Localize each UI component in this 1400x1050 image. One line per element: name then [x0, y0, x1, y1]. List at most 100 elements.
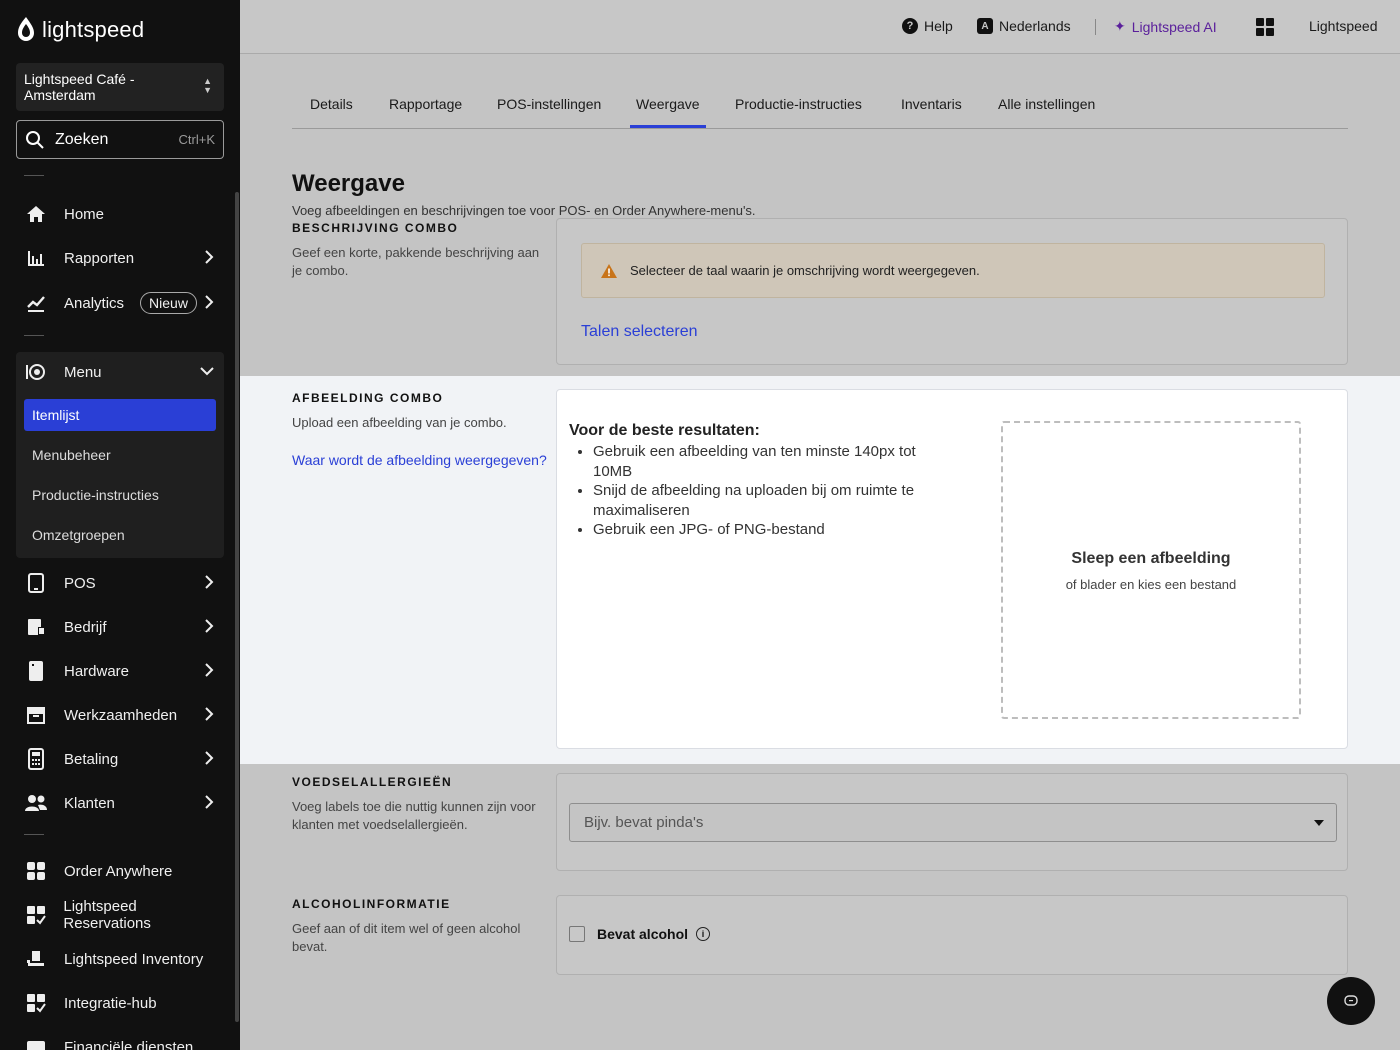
sidebar-item-pos[interactable]: POS: [16, 563, 224, 603]
brand-name: lightspeed: [42, 17, 145, 42]
contains-alcohol-checkbox[interactable]: [569, 926, 585, 942]
chat-button[interactable]: [1327, 977, 1375, 1025]
integration-icon: [24, 991, 48, 1015]
select-languages-link[interactable]: Talen selecteren: [581, 323, 698, 341]
page-title: Weergave: [292, 170, 405, 197]
home-icon: [24, 202, 48, 226]
hardware-icon: [24, 659, 48, 683]
divider: [24, 175, 44, 176]
sidebar-subitem-productie-instructies[interactable]: Productie-instructies: [24, 479, 216, 511]
sidebar-subitem-menubeheer[interactable]: Menubeheer: [24, 439, 216, 471]
bar-chart-icon: [24, 246, 48, 270]
sidebar-subitem-itemlijst[interactable]: Itemlijst: [24, 399, 216, 431]
chevron-right-icon: [205, 707, 214, 721]
best-results-list: Gebruik een afbeelding van ten minste 14…: [593, 442, 953, 540]
language-icon: A: [977, 18, 993, 34]
section-desc-afbeelding: Upload een afbeelding van je combo.: [292, 415, 507, 430]
search-icon: [26, 130, 44, 149]
allergy-select[interactable]: Bijv. bevat pinda's: [569, 803, 1337, 842]
wallet-icon: [24, 1035, 48, 1050]
sidebar-item-werkzaamheden[interactable]: Werkzaamheden: [16, 695, 224, 735]
search-box[interactable]: Zoeken Ctrl+K: [16, 120, 224, 159]
chat-icon: [1344, 995, 1358, 1006]
chevron-right-icon: [205, 250, 214, 264]
warning-text: Selecteer de taal waarin je omschrijving…: [630, 263, 980, 278]
description-card: Selecteer de taal waarin je omschrijving…: [556, 218, 1348, 365]
sidebar-item-financiele-diensten[interactable]: Financiële diensten: [16, 1027, 224, 1050]
best-results-title: Voor de beste resultaten:: [569, 422, 760, 439]
page-description: Voeg afbeeldingen en beschrijvingen toe …: [292, 203, 756, 218]
account-label: Lightspeed: [1309, 18, 1378, 34]
apps-grid-icon: [1256, 18, 1274, 36]
info-icon[interactable]: i: [696, 927, 711, 941]
sidebar-item-betaling[interactable]: Betaling: [16, 739, 224, 779]
sidebar-item-bedrijf[interactable]: Bedrijf: [16, 607, 224, 647]
lightspeed-ai-button[interactable]: ✦ Lightspeed AI: [1114, 18, 1217, 35]
language-warning: Selecteer de taal waarin je omschrijving…: [581, 243, 1325, 298]
apps-grid-button[interactable]: [1256, 18, 1274, 36]
sidebar-item-lightspeed-inventory[interactable]: Lightspeed Inventory: [16, 939, 224, 979]
trend-icon: [24, 291, 48, 315]
sidebar-item-integratie-hub[interactable]: Integratie-hub: [16, 983, 224, 1023]
tab-pos-instellingen[interactable]: POS-instellingen: [497, 90, 601, 128]
sidebar-item-label: Lightspeed Inventory: [64, 950, 204, 968]
sidebar-scrollbar[interactable]: [235, 192, 239, 1022]
sidebar: lightspeed Lightspeed Café - Amsterdam ▲…: [0, 0, 240, 1050]
location-switcher[interactable]: Lightspeed Café - Amsterdam ▲ ▼: [16, 63, 224, 111]
help-icon: ?: [902, 18, 918, 34]
alcohol-checkbox-row: Bevat alcohol i: [569, 926, 711, 942]
section-desc-allergieen: Voeg labels toe die nuttig kunnen zijn v…: [292, 799, 536, 832]
sidebar-item-label: Hardware: [64, 662, 130, 680]
sparkle-icon: ✦: [1114, 18, 1126, 34]
sidebar-subitem-omzetgroepen[interactable]: Omzetgroepen: [24, 519, 216, 551]
language-button[interactable]: A Nederlands: [977, 18, 1071, 34]
tab-weergave[interactable]: Weergave: [630, 90, 706, 128]
inventory-icon: [24, 947, 48, 971]
list-item: Snijd de afbeelding na uploaden bij om r…: [593, 481, 953, 520]
tab-productie-instructies[interactable]: Productie-instructies: [735, 90, 862, 128]
sidebar-item-label: Order Anywhere: [64, 862, 173, 880]
tab-alle-instellingen[interactable]: Alle instellingen: [998, 90, 1095, 128]
topbar: ? Help A Nederlands ✦ Lightspeed AI Ligh…: [240, 0, 1400, 54]
business-icon: [24, 615, 48, 639]
sidebar-item-label: Werkzaamheden: [64, 706, 178, 724]
alcohol-card: Bevat alcohol i: [556, 895, 1348, 975]
sidebar-item-menu[interactable]: Menu: [16, 352, 224, 392]
new-badge: Nieuw: [140, 292, 197, 314]
brand-logo[interactable]: lightspeed: [16, 16, 144, 44]
location-line-1: Lightspeed Café -: [24, 71, 135, 87]
sidebar-item-label: Klanten: [64, 794, 115, 812]
dropzone-title: Sleep een afbeelding: [1071, 550, 1231, 567]
sidebar-item-klanten[interactable]: Klanten: [16, 783, 224, 823]
allergy-card: Bijv. bevat pinda's: [556, 773, 1348, 871]
sidebar-item-home[interactable]: Home: [16, 194, 224, 234]
sidebar-item-order-anywhere[interactable]: Order Anywhere: [16, 851, 224, 891]
sidebar-item-label: Analytics: [64, 294, 125, 312]
tab-details[interactable]: Details: [310, 90, 353, 128]
section-title-afbeelding: AFBEELDING COMBO: [292, 391, 444, 405]
sidebar-item-analytics[interactable]: Analytics Nieuw: [16, 283, 224, 323]
search-shortcut: Ctrl+K: [178, 132, 215, 147]
help-label: Help: [924, 18, 953, 34]
sidebar-item-lightspeed-reservations[interactable]: Lightspeed Reservations: [16, 895, 224, 935]
chevron-right-icon: [205, 663, 214, 677]
divider: [24, 834, 44, 835]
list-item: Gebruik een afbeelding van ten minste 14…: [593, 442, 953, 481]
sidebar-item-rapporten[interactable]: Rapporten: [16, 238, 224, 278]
tab-inventaris[interactable]: Inventaris: [901, 90, 962, 128]
up-down-chevron-icon: ▲ ▼: [203, 76, 212, 95]
image-placement-link[interactable]: Waar wordt de afbeelding weergegeven?: [292, 452, 547, 468]
section-title-allergieen: VOEDSELALLERGIEËN: [292, 775, 453, 789]
language-label: Nederlands: [999, 18, 1071, 34]
chevron-right-icon: [205, 751, 214, 765]
menu-dish-icon: [24, 360, 48, 384]
sidebar-item-hardware[interactable]: Hardware: [16, 651, 224, 691]
image-dropzone[interactable]: Sleep een afbeelding of blader en kies e…: [1001, 421, 1301, 719]
grid-icon: [24, 859, 48, 883]
help-button[interactable]: ? Help: [902, 18, 953, 34]
divider: [24, 335, 44, 336]
sidebar-item-label: Menu: [64, 363, 102, 381]
tab-rapportage[interactable]: Rapportage: [389, 90, 462, 128]
section-title-beschrijving: BESCHRIJVING COMBO: [292, 221, 459, 235]
account-menu[interactable]: Lightspeed: [1309, 18, 1378, 34]
